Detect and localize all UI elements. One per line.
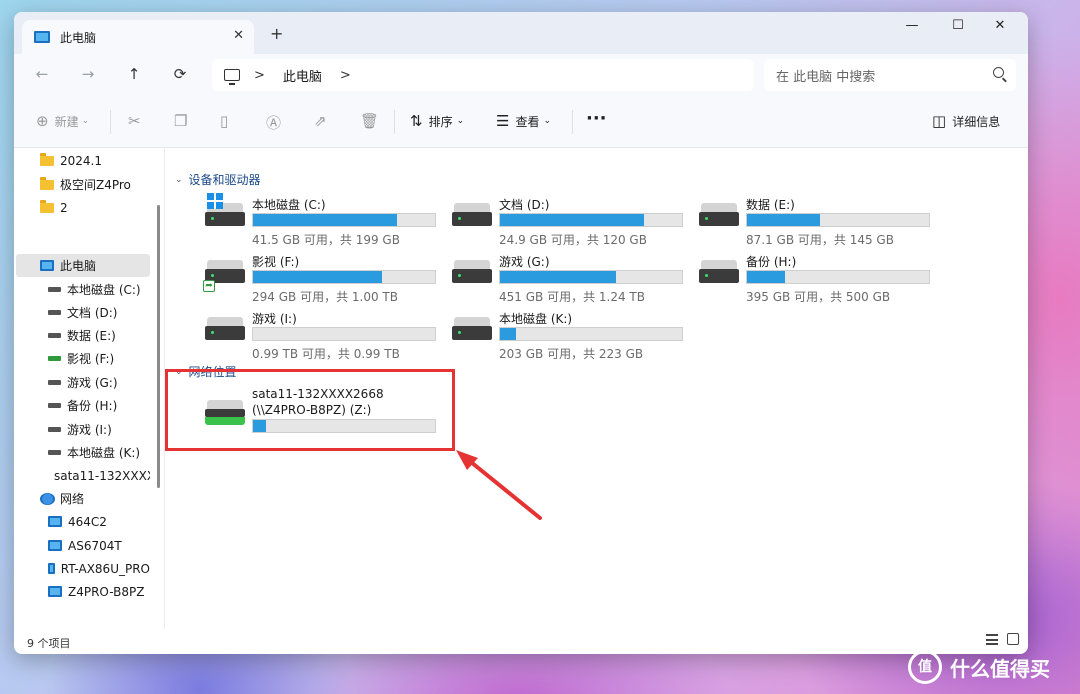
watermark-text: 什么值得买	[950, 656, 1050, 681]
smzdm-logo-icon: 值	[908, 650, 942, 684]
annotation-arrow	[456, 450, 542, 520]
watermark-logo: 值 什么值得买	[908, 650, 1050, 684]
